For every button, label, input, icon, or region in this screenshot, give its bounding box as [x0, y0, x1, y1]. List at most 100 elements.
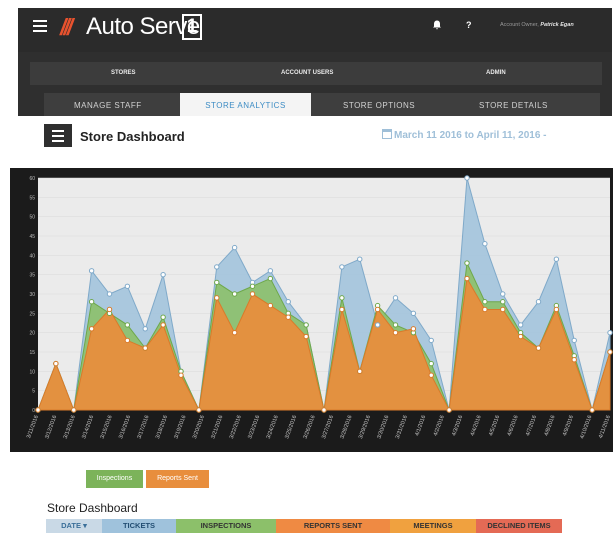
data-point[interactable] — [357, 256, 363, 262]
data-point[interactable] — [214, 279, 220, 286]
data-point[interactable] — [124, 322, 131, 328]
tab-store-options[interactable]: STORE OPTIONS — [343, 101, 415, 110]
data-point[interactable] — [267, 302, 274, 309]
data-point[interactable] — [214, 264, 220, 270]
data-point[interactable] — [553, 306, 560, 313]
data-point[interactable] — [339, 306, 345, 313]
data-point[interactable] — [535, 299, 542, 305]
data-point[interactable] — [464, 175, 470, 181]
data-point[interactable] — [231, 244, 238, 251]
calendar-icon — [382, 129, 392, 139]
data-point[interactable] — [178, 372, 184, 378]
data-point[interactable] — [142, 345, 148, 351]
nav-account-users[interactable]: ACCOUNT USERS — [281, 70, 333, 76]
tab-manage-staff[interactable]: MANAGE STAFF — [74, 101, 142, 110]
data-point[interactable] — [500, 299, 506, 305]
data-point[interactable] — [482, 306, 488, 313]
data-point[interactable] — [88, 326, 95, 332]
nav-admin[interactable]: ADMIN — [486, 70, 506, 76]
data-point[interactable] — [303, 322, 309, 328]
data-point[interactable] — [160, 271, 166, 278]
legend-inspections[interactable]: Inspections — [86, 470, 143, 488]
x-tick-label: 4/2/2016 — [433, 415, 446, 437]
y-tick-label: 35 — [29, 273, 35, 279]
col-declined-items[interactable]: DECLINED ITEMS — [476, 519, 562, 533]
col-inspections[interactable]: INSPECTIONS — [176, 519, 276, 533]
data-point[interactable] — [71, 407, 77, 413]
data-point[interactable] — [267, 275, 274, 282]
date-range-picker[interactable]: March 11 2016 to April 11, 2016 - — [382, 129, 547, 141]
y-tick-label: 0 — [32, 408, 35, 414]
data-point[interactable] — [374, 306, 381, 313]
x-tick-label: 4/9/2016 — [562, 415, 575, 437]
data-point[interactable] — [160, 322, 166, 328]
data-point[interactable] — [249, 291, 256, 297]
data-point[interactable] — [285, 299, 291, 305]
data-point[interactable] — [88, 268, 95, 274]
data-point[interactable] — [142, 326, 148, 332]
data-point[interactable] — [571, 357, 577, 363]
data-point[interactable] — [124, 337, 131, 344]
data-point[interactable] — [589, 407, 595, 413]
data-point[interactable] — [106, 291, 113, 297]
data-point[interactable] — [428, 372, 434, 378]
col-reports-sent[interactable]: REPORTS SENT — [276, 519, 390, 533]
data-point[interactable] — [410, 326, 417, 332]
account-owner[interactable]: Account Owner, Patrick Egan — [500, 22, 574, 28]
data-point[interactable] — [553, 256, 560, 262]
data-point[interactable] — [517, 322, 524, 328]
data-point[interactable] — [428, 360, 434, 367]
data-point[interactable] — [196, 407, 202, 413]
data-point[interactable] — [267, 268, 274, 274]
data-point[interactable] — [446, 407, 452, 413]
data-point[interactable] — [482, 299, 488, 305]
data-point[interactable] — [482, 241, 488, 247]
data-point[interactable] — [374, 322, 381, 328]
data-point[interactable] — [321, 407, 327, 413]
help-icon[interactable]: ? — [466, 20, 472, 30]
data-point[interactable] — [464, 260, 470, 266]
data-point[interactable] — [249, 283, 256, 289]
data-point[interactable] — [392, 295, 399, 301]
data-point[interactable] — [410, 310, 417, 317]
x-tick-label: 3/20/2016 — [192, 415, 206, 440]
data-point[interactable] — [428, 337, 434, 344]
nav-stores[interactable]: STORES — [111, 70, 136, 76]
x-tick-label: 3/12/2016 — [44, 415, 58, 440]
data-point[interactable] — [607, 329, 613, 336]
legend-reports-sent[interactable]: Reports Sent — [146, 470, 209, 488]
x-tick-label: 3/25/2016 — [284, 415, 298, 440]
data-point[interactable] — [500, 291, 506, 297]
tab-store-details[interactable]: STORE DETAILS — [479, 101, 548, 110]
data-point[interactable] — [517, 333, 524, 340]
data-point[interactable] — [607, 349, 613, 355]
data-point[interactable] — [464, 275, 470, 282]
data-point[interactable] — [106, 306, 113, 313]
data-point[interactable] — [35, 407, 41, 413]
data-point[interactable] — [231, 291, 238, 297]
data-point[interactable] — [285, 314, 291, 320]
data-point[interactable] — [303, 333, 309, 340]
data-point[interactable] — [53, 360, 59, 367]
x-tick-label: 3/26/2016 — [303, 415, 317, 440]
dashboard-menu-button[interactable] — [44, 124, 72, 147]
data-point[interactable] — [160, 314, 166, 320]
data-point[interactable] — [124, 283, 131, 289]
y-tick-label: 10 — [29, 369, 35, 375]
data-point[interactable] — [339, 264, 345, 270]
data-point[interactable] — [500, 306, 506, 313]
hamburger-menu-icon[interactable] — [33, 20, 47, 34]
col-date[interactable]: DATE ▾ — [46, 519, 102, 533]
data-point[interactable] — [231, 329, 238, 336]
data-point[interactable] — [392, 329, 399, 336]
data-point[interactable] — [214, 295, 220, 301]
data-point[interactable] — [88, 299, 95, 305]
col-tickets[interactable]: TICKETS — [102, 519, 176, 533]
data-point[interactable] — [339, 295, 345, 301]
data-point[interactable] — [535, 345, 542, 351]
data-point[interactable] — [571, 337, 577, 344]
bell-icon[interactable] — [432, 20, 442, 30]
data-point[interactable] — [357, 368, 363, 375]
col-meetings[interactable]: MEETINGS — [390, 519, 476, 533]
data-point[interactable] — [392, 322, 399, 328]
